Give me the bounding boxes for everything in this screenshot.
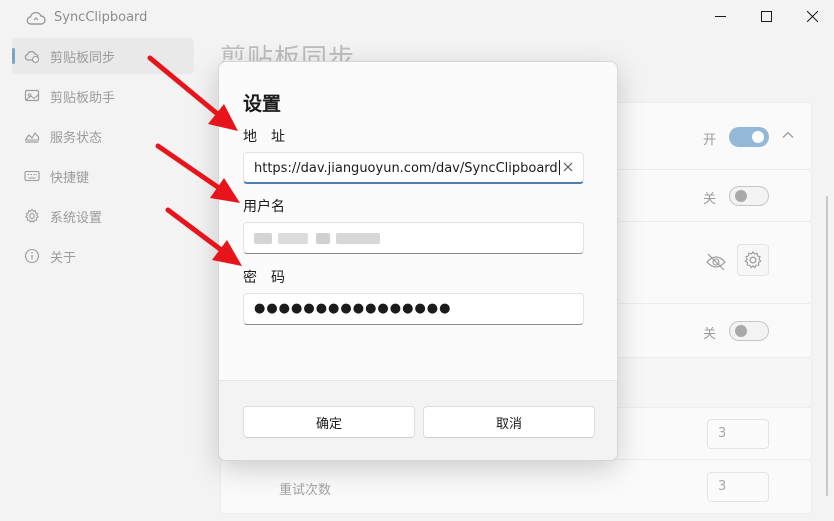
number-input[interactable]: 3 [707,419,769,449]
address-input[interactable]: https://dav.jianguoyun.com/dav/SyncClipb… [243,152,584,184]
redacted-text [278,233,308,244]
scrollbar[interactable] [826,196,828,496]
close-icon [806,10,818,22]
toggle-state-text: 关 [703,192,717,207]
clipboard-assistant-icon [23,88,40,105]
redacted-text [316,233,330,244]
dialog-footer: 确定 取消 [219,380,617,460]
cancel-button[interactable]: 取消 [423,406,595,438]
close-button[interactable] [789,0,834,32]
retry-count-row: 重试次数 3 [220,460,812,514]
title-bar: SyncClipboard [0,0,834,36]
sidebar-item-label: 服务状态 [50,130,103,146]
settings-button[interactable] [737,244,769,276]
sidebar-item-system-settings[interactable]: 系统设置 [12,198,194,234]
clear-icon[interactable] [561,160,575,174]
dialog-title: 设置 [243,93,282,115]
redacted-text [254,233,272,244]
sidebar-item-label: 关于 [50,250,77,266]
username-input[interactable] [243,222,584,254]
gear-icon [23,208,40,225]
clipboard-sync-icon [23,48,40,65]
sidebar-item-label: 剪贴板助手 [50,90,116,106]
password-input[interactable]: ●●●●●●●●●●●●●●●● [243,293,584,325]
app-title: SyncClipboard [54,10,148,25]
minimize-icon [714,15,726,17]
address-value: https://dav.jianguoyun.com/dav/SyncClipb… [254,161,558,176]
retry-count-input[interactable]: 3 [707,472,769,502]
address-label: 地 址 [243,129,285,145]
setting-toggle[interactable] [729,186,769,206]
toggle-state-text: 开 [703,133,717,148]
chevron-up-icon[interactable] [781,127,795,146]
sidebar-item-label: 快捷键 [50,170,90,186]
confirm-button[interactable]: 确定 [243,406,415,438]
chart-icon [23,128,40,145]
password-value: ●●●●●●●●●●●●●●●● [254,301,452,316]
username-label: 用户名 [243,199,285,215]
redacted-text [336,233,380,244]
minimize-button[interactable] [697,0,743,32]
sidebar-item-hotkeys[interactable]: 快捷键 [12,158,194,194]
text-caret [558,160,560,175]
settings-dialog: 设置 地 址 https://dav.jianguoyun.com/dav/Sy… [218,61,618,461]
maximize-icon [760,10,772,22]
password-label: 密 码 [243,270,285,286]
gear-icon [744,250,762,269]
toggle-state-text: 关 [703,327,717,342]
sidebar-item-label: 剪贴板同步 [50,50,116,66]
sidebar-item-label: 系统设置 [50,210,103,226]
retry-count-label: 重试次数 [279,483,332,498]
info-icon [23,248,40,265]
sync-enable-toggle[interactable] [729,127,769,147]
sidebar-item-about[interactable]: 关于 [12,238,194,274]
sidebar-item-clipboard-sync[interactable]: 剪贴板同步 [12,38,194,74]
cloud-icon [26,10,46,26]
eye-off-icon[interactable] [705,252,727,276]
keyboard-icon [23,168,40,185]
sidebar-item-service-status[interactable]: 服务状态 [12,118,194,154]
active-indicator [12,48,15,64]
sidebar-item-clipboard-assistant[interactable]: 剪贴板助手 [12,78,194,114]
maximize-button[interactable] [743,0,789,32]
setting-toggle[interactable] [729,321,769,341]
